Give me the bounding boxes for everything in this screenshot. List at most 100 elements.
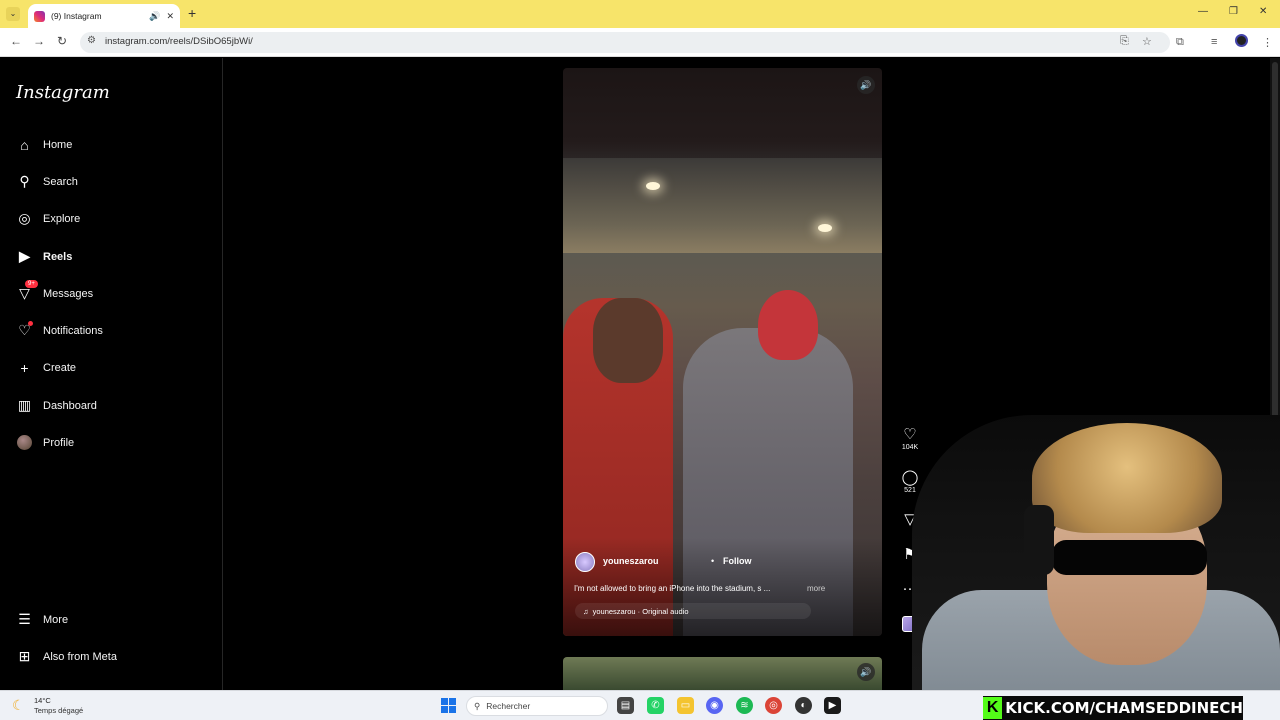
- heart-icon: ♡: [903, 426, 917, 443]
- sidebar-item-also-from-meta[interactable]: ⊞ Also from Meta: [16, 648, 117, 665]
- media-controls-icon[interactable]: ≡: [1211, 36, 1217, 48]
- sidebar-item-notifications[interactable]: ♡ Notifications: [16, 321, 103, 339]
- weather-moon-icon[interactable]: ☾: [12, 697, 25, 714]
- file-explorer-dark-icon[interactable]: ▤: [617, 697, 634, 714]
- taskbar-search-placeholder: Rechercher: [486, 701, 531, 711]
- instagram-favicon-icon: [34, 10, 45, 22]
- weather-description[interactable]: Temps dégagé: [34, 706, 83, 715]
- audio-label: youneszarou · Original audio: [592, 606, 689, 616]
- site-info-icon[interactable]: ⚙: [87, 35, 96, 46]
- sidebar-item-reels[interactable]: ▶ Reels: [16, 248, 72, 265]
- sidebar-item-home[interactable]: ⌂ Home: [16, 136, 72, 153]
- speaker-icon[interactable]: 🔊: [149, 11, 160, 22]
- close-window-icon[interactable]: ✕: [1259, 6, 1267, 17]
- dashboard-icon: ▥: [17, 397, 32, 413]
- sidebar-item-more[interactable]: ☰ More: [16, 611, 68, 628]
- sidebar-item-label: Home: [43, 138, 73, 151]
- sidebar-item-search[interactable]: ⚲ Search: [16, 173, 78, 190]
- tab-title: (9) Instagram: [51, 11, 102, 21]
- separator-dot: •: [711, 556, 715, 566]
- close-tab-icon[interactable]: ✕: [166, 11, 174, 22]
- sidebar-item-label: Explore: [43, 212, 81, 225]
- sidebar-item-label: Search: [43, 175, 78, 188]
- back-icon[interactable]: ←: [10, 34, 22, 48]
- menu-icon: ☰: [18, 611, 31, 627]
- heart-icon: ♡: [16, 321, 33, 339]
- notification-dot: [28, 321, 33, 326]
- streamer-webcam: [912, 415, 1280, 720]
- headphones: [1024, 505, 1054, 575]
- like-count: 104K: [901, 444, 919, 451]
- sidebar-item-messages[interactable]: ▽ 9+ Messages: [16, 280, 94, 302]
- whatsapp-icon[interactable]: ✆: [647, 697, 664, 714]
- discord-icon[interactable]: ◉: [706, 697, 723, 714]
- streamer-hair: [1032, 423, 1222, 533]
- browser-tab-instagram[interactable]: (9) Instagram 🔊 ✕: [28, 4, 180, 28]
- temperature[interactable]: 14°C: [34, 696, 51, 705]
- sidebar-item-dashboard[interactable]: ▥ Dashboard: [16, 397, 97, 414]
- music-note-icon: ♫: [583, 606, 589, 616]
- sidebar-item-label: Also from Meta: [43, 650, 117, 663]
- original-audio-link[interactable]: ♫ youneszarou · Original audio: [575, 603, 811, 619]
- reload-icon[interactable]: ↻: [57, 34, 67, 48]
- streamer-sunglasses: [1052, 540, 1207, 575]
- sidebar-item-profile[interactable]: Profile: [16, 434, 74, 451]
- messenger-icon: ▽ 9+: [16, 280, 38, 302]
- sidebar-item-label: Create: [43, 361, 77, 374]
- browser-profile-avatar[interactable]: [1235, 34, 1248, 47]
- kick-channel-url: KICK.COM/CHAMSEDDINECH: [1005, 699, 1243, 717]
- next-reel-video[interactable]: 🔊: [563, 657, 882, 690]
- home-icon: ⌂: [20, 136, 29, 153]
- instagram-logo[interactable]: Instagram: [16, 82, 110, 103]
- sidebar-item-label: Messages: [43, 287, 94, 300]
- reels-icon: ▶: [19, 248, 30, 264]
- url-text[interactable]: instagram.com/reels/DSibO65jbWi/: [105, 36, 253, 47]
- spotify-icon[interactable]: ≋: [736, 697, 753, 714]
- bookmark-star-icon[interactable]: ☆: [1142, 35, 1152, 48]
- red-hood: [758, 290, 818, 360]
- windows-start-icon[interactable]: [441, 698, 456, 713]
- kick-logo-icon: K: [983, 697, 1003, 719]
- sidebar-item-label: Profile: [43, 436, 75, 449]
- follow-button[interactable]: Follow: [723, 556, 752, 566]
- author-username[interactable]: youneszarou: [603, 556, 659, 566]
- minimize-icon[interactable]: —: [1198, 6, 1208, 17]
- volume-icon[interactable]: 🔊: [857, 76, 875, 94]
- taskbar-search[interactable]: ⚲ Rechercher: [466, 696, 608, 716]
- reel-caption[interactable]: I'm not allowed to bring an iPhone into …: [574, 584, 770, 593]
- sidebar-item-label: Notifications: [43, 324, 103, 337]
- address-bar[interactable]: ⚙ instagram.com/reels/DSibO65jbWi/ ⎘ ☆: [80, 32, 1170, 53]
- sidebar-item-create[interactable]: + Create: [16, 359, 76, 376]
- compass-icon: ◎: [18, 210, 31, 226]
- sidebar-item-label: Reels: [43, 250, 73, 263]
- new-tab-button[interactable]: +: [188, 5, 196, 21]
- comment-button[interactable]: ◯ 521: [898, 468, 922, 494]
- sidebar-item-explore[interactable]: ◎ Explore: [16, 210, 80, 227]
- sidebar: Instagram ⌂ Home ⚲ Search ◎ Explore ▶ Re…: [0, 58, 223, 690]
- avatar: [17, 435, 32, 450]
- browser-toolbar: ← → ↻ ⚙ instagram.com/reels/DSibO65jbWi/…: [0, 28, 1280, 57]
- tab-search-button[interactable]: ⌄: [6, 7, 20, 21]
- caption-more-link[interactable]: more: [807, 584, 825, 593]
- like-button[interactable]: ♡ 104K: [898, 425, 922, 451]
- meta-icon: ⊞: [18, 648, 31, 664]
- folder-icon[interactable]: ▭: [677, 697, 694, 714]
- reel-video[interactable]: 🔊 youneszarou • Follow I'm not allowed t…: [563, 68, 882, 636]
- comment-icon: ◯: [901, 469, 919, 486]
- browser-tab-strip: ⌄ (9) Instagram 🔊 ✕ + — ❐ ✕: [0, 0, 1280, 28]
- restore-icon[interactable]: ❐: [1229, 6, 1238, 17]
- chrome-icon[interactable]: ◎: [765, 697, 782, 714]
- messages-badge: 9+: [25, 280, 38, 288]
- volume-icon[interactable]: 🔊: [857, 663, 875, 681]
- search-icon: ⚲: [19, 173, 30, 189]
- browser-menu-icon[interactable]: ⋮: [1262, 36, 1273, 49]
- author-avatar[interactable]: [575, 552, 595, 572]
- kick-app-icon[interactable]: ▶: [824, 697, 841, 714]
- forward-icon[interactable]: →: [33, 34, 45, 48]
- stadium-light: [818, 224, 832, 232]
- extensions-icon[interactable]: ⧉: [1176, 36, 1184, 49]
- profile-avatar-icon: [16, 434, 33, 451]
- obs-icon[interactable]: ◐: [795, 697, 812, 714]
- search-icon: ⚲: [474, 700, 481, 711]
- install-app-icon[interactable]: ⎘: [1120, 35, 1129, 48]
